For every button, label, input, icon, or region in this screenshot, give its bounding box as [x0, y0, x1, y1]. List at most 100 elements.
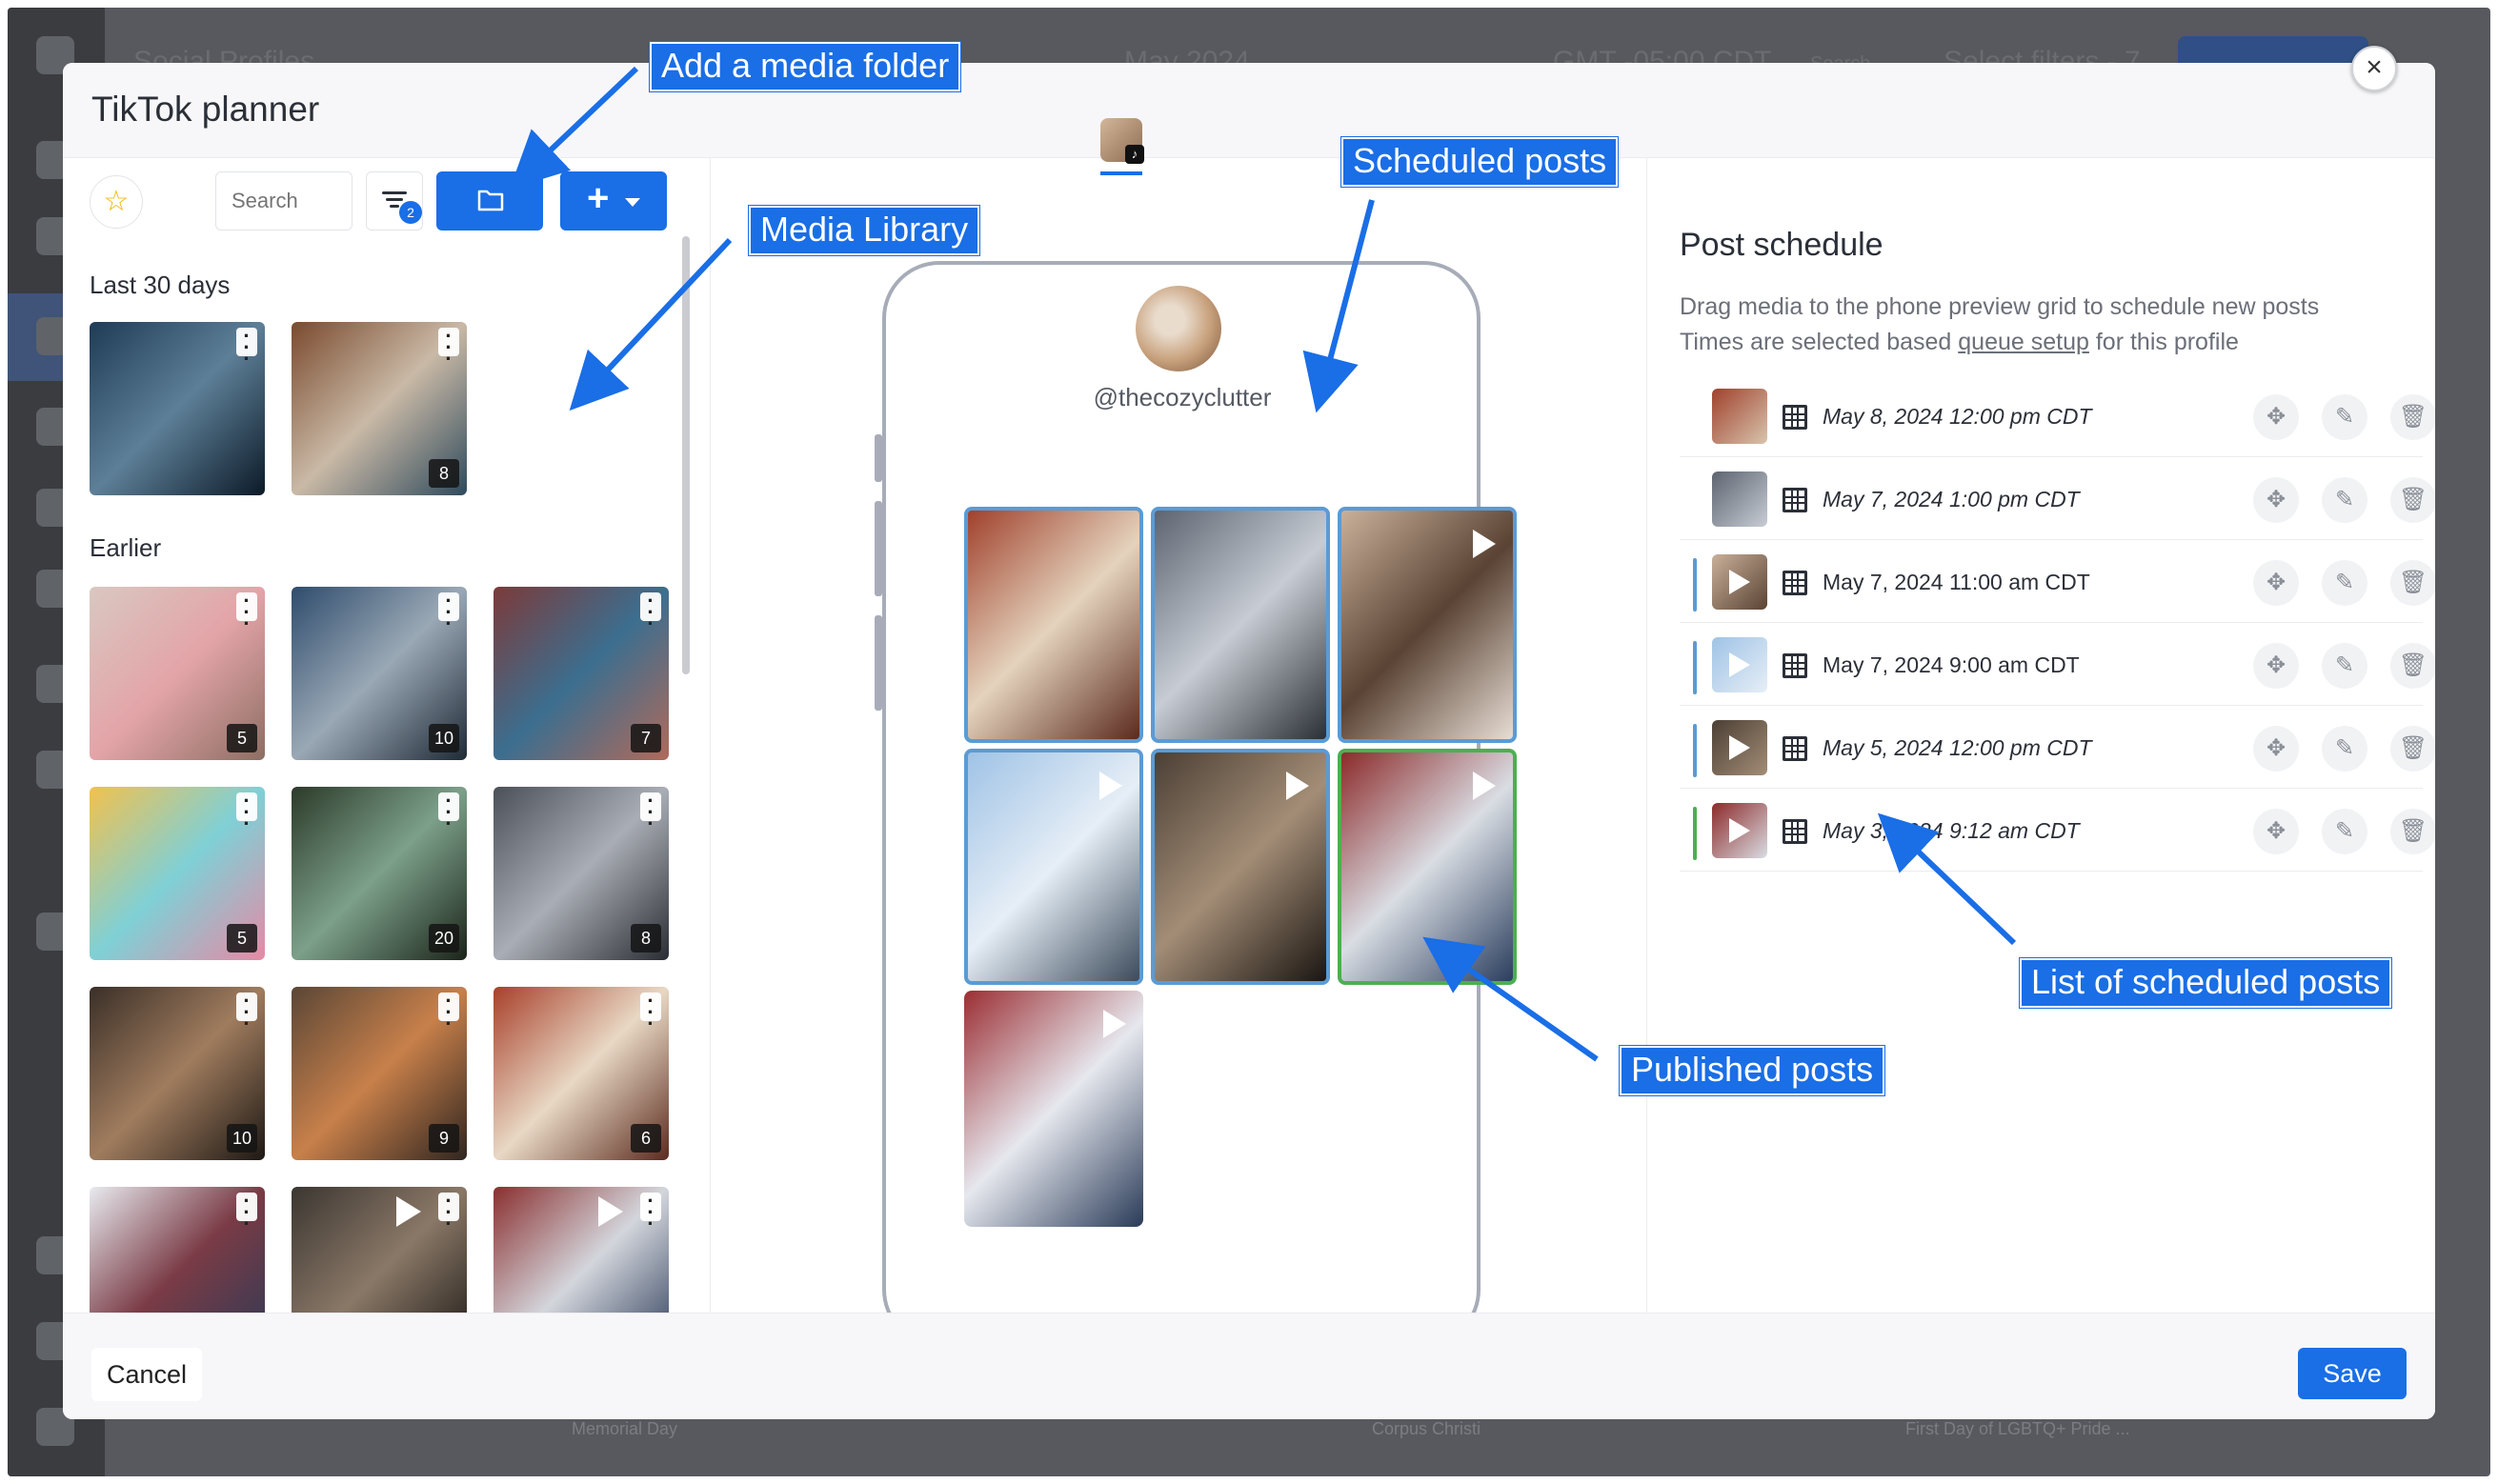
post-datetime: May 5, 2024 12:00 pm CDT — [1823, 735, 2092, 760]
media-thumbnail[interactable]: · · · 20 — [292, 787, 467, 960]
scheduled-post-row[interactable]: May 5, 2024 12:00 pm CDT ✥ ✎ 🗑 — [1680, 707, 2435, 789]
media-thumbnail[interactable]: · · · 5 — [90, 787, 265, 960]
scheduled-post-row[interactable]: May 7, 2024 11:00 am CDT ✥ ✎ 🗑 — [1680, 541, 2435, 623]
cancel-button[interactable]: Cancel — [91, 1348, 203, 1401]
section-label-earlier: Earlier — [90, 533, 162, 562]
profile-tab-tiktok[interactable]: ♪ — [1100, 118, 1144, 164]
media-thumbnail[interactable]: · · · — [292, 1187, 467, 1313]
media-thumbnail[interactable]: · · · 8 — [292, 322, 467, 495]
edit-icon[interactable]: ✎ — [2322, 394, 2367, 440]
move-icon[interactable]: ✥ — [2253, 560, 2299, 606]
media-thumbnail[interactable]: · · · 5 — [90, 587, 265, 760]
post-datetime: May 8, 2024 12:00 pm CDT — [1823, 404, 2092, 429]
move-icon[interactable]: ✥ — [2253, 477, 2299, 523]
queue-setup-link[interactable]: queue setup — [1958, 329, 2089, 355]
edit-icon[interactable]: ✎ — [2322, 809, 2367, 854]
grid-post-icon — [1783, 571, 1807, 595]
play-icon — [1473, 530, 1496, 558]
more-options-icon[interactable]: · · · — [438, 1191, 459, 1234]
scheduled-post-row[interactable]: May 3, 2024 9:12 am CDT ✥ ✎ 🗑 — [1680, 790, 2435, 872]
play-icon — [1729, 735, 1750, 760]
more-options-icon[interactable]: · · · — [640, 991, 661, 1034]
media-thumbnail[interactable]: · · · — [494, 1187, 669, 1313]
move-icon[interactable]: ✥ — [2253, 643, 2299, 689]
post-datetime: May 3, 2024 9:12 am CDT — [1823, 818, 2080, 843]
delete-icon[interactable]: 🗑 — [2390, 477, 2435, 523]
move-icon[interactable]: ✥ — [2253, 394, 2299, 440]
post-datetime: May 7, 2024 9:00 am CDT — [1823, 652, 2080, 677]
post-tile[interactable] — [964, 991, 1143, 1227]
delete-icon[interactable]: 🗑 — [2390, 560, 2435, 606]
more-options-icon[interactable]: · · · — [236, 991, 257, 1034]
delete-icon[interactable]: 🗑 — [2390, 643, 2435, 689]
play-icon — [1729, 652, 1750, 677]
media-thumbnail[interactable]: · · · 8 — [494, 787, 669, 960]
media-count-badge: 10 — [226, 1124, 257, 1153]
media-thumbnail[interactable]: · · · 10 — [90, 987, 265, 1160]
move-icon[interactable]: ✥ — [2253, 726, 2299, 772]
media-thumbnail[interactable]: · · · 7 — [494, 587, 669, 760]
modal-title: TikTok planner — [91, 90, 320, 129]
scheduled-post-row[interactable]: May 8, 2024 12:00 pm CDT ✥ ✎ 🗑 — [1680, 375, 2435, 457]
grid-post-icon — [1783, 819, 1807, 844]
scheduled-post-tile[interactable] — [964, 507, 1143, 743]
media-thumbnail[interactable]: · · · — [90, 1187, 265, 1313]
published-post-tile[interactable] — [1338, 749, 1517, 985]
status-indicator — [1693, 558, 1697, 612]
callout-add-folder: Add a media folder — [650, 42, 961, 91]
media-thumbnail[interactable]: · · · 10 — [292, 587, 467, 760]
edit-icon[interactable]: ✎ — [2322, 643, 2367, 689]
play-icon — [598, 1196, 623, 1227]
profile-tab-underline — [1100, 171, 1142, 175]
favorites-star-button[interactable]: ☆ — [90, 175, 143, 229]
media-count-badge: 9 — [429, 1124, 459, 1153]
status-indicator — [1693, 807, 1697, 860]
scheduled-post-tile[interactable] — [1151, 749, 1330, 985]
media-thumbnail[interactable]: · · · 9 — [292, 987, 467, 1160]
add-media-dropdown-button[interactable]: + — [560, 171, 667, 231]
grid-post-icon — [1783, 653, 1807, 678]
scheduled-post-tile[interactable] — [1151, 507, 1330, 743]
media-count-badge: 8 — [631, 924, 661, 953]
more-options-icon[interactable]: · · · — [640, 591, 661, 634]
delete-icon[interactable]: 🗑 — [2390, 809, 2435, 854]
move-icon[interactable]: ✥ — [2253, 809, 2299, 854]
media-count-badge: 20 — [428, 924, 459, 953]
more-options-icon[interactable]: · · · — [640, 791, 661, 834]
scheduled-post-row[interactable]: May 7, 2024 1:00 pm CDT ✥ ✎ 🗑 — [1680, 458, 2435, 540]
media-search-input[interactable] — [215, 171, 353, 231]
more-options-icon[interactable]: · · · — [438, 591, 459, 634]
media-thumbnail[interactable]: · · · — [90, 322, 265, 495]
close-modal-button[interactable]: × — [2351, 46, 2397, 91]
section-label-recent: Last 30 days — [90, 271, 231, 299]
more-options-icon[interactable]: · · · — [236, 791, 257, 834]
more-options-icon[interactable]: · · · — [438, 791, 459, 834]
library-scrollbar[interactable] — [682, 236, 690, 674]
profile-avatar — [1136, 286, 1221, 371]
more-options-icon[interactable]: · · · — [438, 991, 459, 1034]
post-schedule-title: Post schedule — [1680, 227, 1884, 263]
scheduled-post-row[interactable]: May 7, 2024 9:00 am CDT ✥ ✎ 🗑 — [1680, 624, 2435, 706]
media-thumbnail[interactable]: · · · 6 — [494, 987, 669, 1160]
post-thumbnail — [1712, 389, 1767, 444]
more-options-icon[interactable]: · · · — [438, 326, 459, 370]
post-thumbnail — [1712, 720, 1767, 775]
scheduled-post-tile[interactable] — [964, 749, 1143, 985]
delete-icon[interactable]: 🗑 — [2390, 394, 2435, 440]
scheduled-post-tile[interactable] — [1338, 507, 1517, 743]
delete-icon[interactable]: 🗑 — [2390, 726, 2435, 772]
filter-button[interactable]: 2 — [366, 171, 423, 231]
more-options-icon[interactable]: · · · — [236, 591, 257, 634]
post-thumbnail — [1712, 637, 1767, 692]
edit-icon[interactable]: ✎ — [2322, 726, 2367, 772]
more-options-icon[interactable]: · · · — [640, 1191, 661, 1234]
save-button[interactable]: Save — [2298, 1348, 2407, 1399]
callout-scheduled-posts: Scheduled posts — [1341, 137, 1619, 187]
more-options-icon[interactable]: · · · — [236, 1191, 257, 1234]
add-folder-button[interactable] — [436, 171, 543, 231]
edit-icon[interactable]: ✎ — [2322, 560, 2367, 606]
more-options-icon[interactable]: · · · — [236, 326, 257, 370]
tiktok-planner-modal: TikTok planner ☆ 2 + Last 30 days ······… — [63, 63, 2435, 1419]
edit-icon[interactable]: ✎ — [2322, 477, 2367, 523]
play-icon — [396, 1196, 421, 1227]
